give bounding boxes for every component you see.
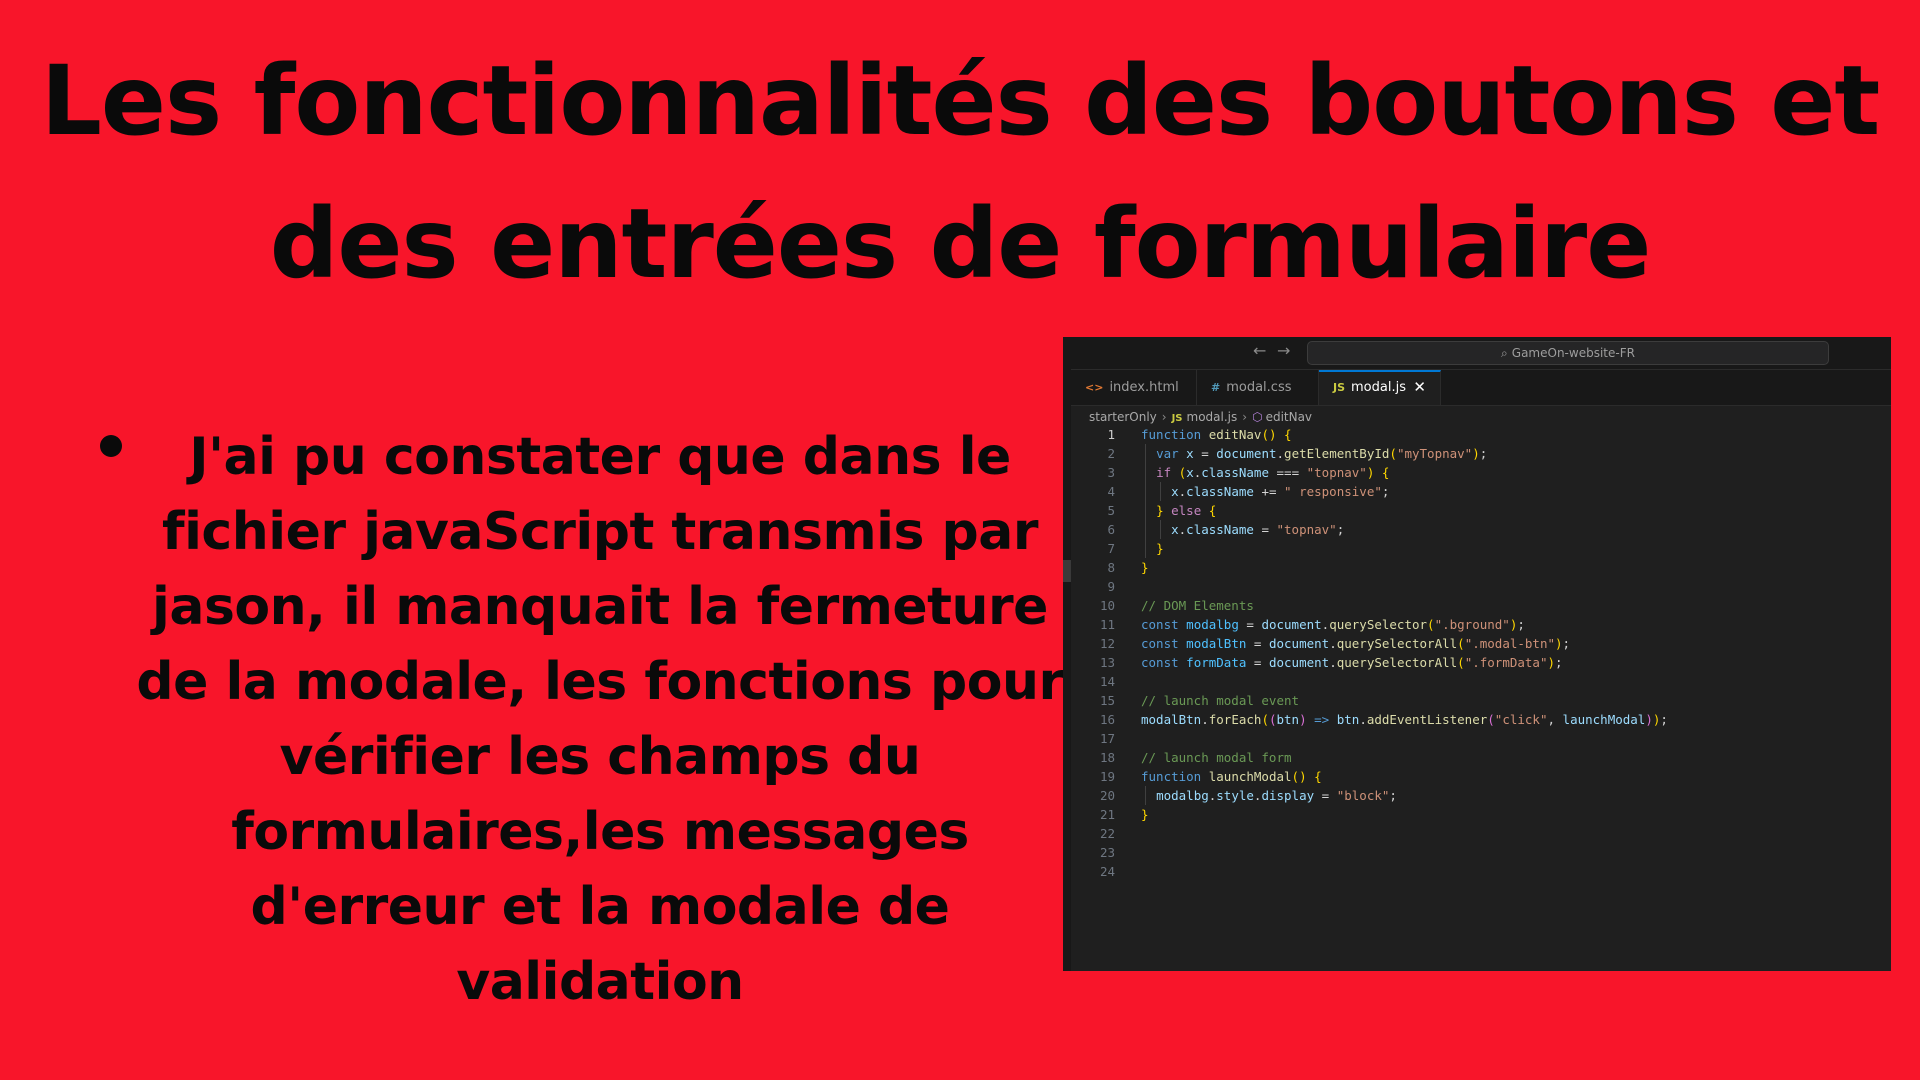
slide-title-line-2: des entrées de formulaire: [269, 188, 1652, 300]
bullet-text: J'ai pu constater que dans le fichier ja…: [136, 427, 1064, 1012]
close-icon[interactable]: ✕: [1413, 372, 1426, 403]
line-content: // launch modal event: [1141, 693, 1300, 708]
code-line[interactable]: 14: [1063, 672, 1891, 691]
slide-title: Les fonctionnalités des boutons et des e…: [0, 30, 1920, 316]
line-content: var x = document.getElementById("myTopna…: [1156, 446, 1488, 461]
line-content: modalbg.style.display = "block";: [1156, 788, 1397, 803]
code-line[interactable]: 8}: [1063, 558, 1891, 577]
line-number: 9: [1107, 579, 1115, 594]
line-number: 15: [1099, 693, 1115, 708]
line-number: 24: [1099, 864, 1115, 879]
line-number: 1: [1107, 427, 1115, 442]
css-file-icon: #: [1211, 381, 1221, 394]
code-area[interactable]: 1 function editNav() { 2 var x = document.…: [1063, 425, 1891, 881]
tab-label: modal.css: [1226, 380, 1292, 395]
bullet-dot-icon: [100, 435, 122, 457]
code-line[interactable]: 21}: [1063, 805, 1891, 824]
line-number: 6: [1107, 522, 1115, 537]
code-line[interactable]: 15 // launch modal event: [1063, 691, 1891, 710]
line-number: 16: [1099, 712, 1115, 727]
arrow-left-icon[interactable]: ←: [1253, 341, 1266, 360]
line-number: 22: [1099, 826, 1115, 841]
line-content: }: [1141, 560, 1149, 575]
line-content: modalBtn.forEach((btn) => btn.addEventLi…: [1141, 712, 1668, 727]
arrow-right-icon[interactable]: →: [1277, 341, 1290, 360]
code-line[interactable]: 1 function editNav() {: [1063, 425, 1891, 444]
slide-title-line-1: Les fonctionnalités des boutons et: [40, 45, 1881, 157]
line-content: x.className += " responsive";: [1171, 484, 1390, 499]
breadcrumb-file[interactable]: modal.js: [1187, 410, 1238, 424]
line-number: 3: [1107, 465, 1115, 480]
code-line[interactable]: 22: [1063, 824, 1891, 843]
line-number: 18: [1099, 750, 1115, 765]
code-line[interactable]: 12 const modalBtn = document.querySelecto…: [1063, 634, 1891, 653]
line-number: 12: [1099, 636, 1115, 651]
line-number: 8: [1107, 560, 1115, 575]
html-file-icon: <>: [1085, 381, 1104, 394]
line-content: const formData = document.querySelectorA…: [1141, 655, 1563, 670]
line-content: const modalbg = document.querySelector("…: [1141, 617, 1525, 632]
code-line[interactable]: 7 }: [1063, 539, 1891, 558]
line-content: function launchModal() {: [1141, 769, 1322, 784]
line-content: } else {: [1156, 503, 1217, 518]
code-line[interactable]: 16 modalBtn.forEach((btn) => btn.addEvent…: [1063, 710, 1891, 729]
line-number: 4: [1107, 484, 1115, 499]
line-number: 20: [1099, 788, 1115, 803]
tab-modal-js[interactable]: JS modal.js ✕: [1319, 370, 1441, 405]
code-line[interactable]: 20 modalbg.style.display = "block";: [1063, 786, 1891, 805]
tab-modal-css[interactable]: # modal.css: [1197, 370, 1319, 405]
search-text: GameOn-website-FR: [1511, 346, 1635, 360]
breadcrumb: starterOnly › JS modal.js › ⬡ editNav: [1089, 407, 1312, 427]
line-number: 7: [1107, 541, 1115, 556]
tab-label: index.html: [1109, 380, 1179, 395]
line-number: 2: [1107, 446, 1115, 461]
code-line[interactable]: 9: [1063, 577, 1891, 596]
code-line[interactable]: 3 if (x.className === "topnav") {: [1063, 463, 1891, 482]
code-line[interactable]: 18 // launch modal form: [1063, 748, 1891, 767]
line-content: const modalBtn = document.querySelectorA…: [1141, 636, 1571, 651]
code-line[interactable]: 4 x.className += " responsive";: [1063, 482, 1891, 501]
line-content: if (x.className === "topnav") {: [1156, 465, 1390, 480]
code-line[interactable]: 5 } else {: [1063, 501, 1891, 520]
js-file-icon: JS: [1171, 413, 1183, 424]
function-symbol-icon: ⬡: [1252, 410, 1263, 424]
search-icon: ⌕: [1501, 346, 1508, 360]
line-number: 19: [1099, 769, 1115, 784]
editor-title-bar: ← → ⌕ GameOn-website-FR: [1063, 337, 1891, 370]
command-center-search[interactable]: ⌕ GameOn-website-FR: [1307, 341, 1829, 365]
tab-label: modal.js: [1351, 380, 1406, 395]
breadcrumb-symbol[interactable]: editNav: [1266, 410, 1312, 424]
line-number: 23: [1099, 845, 1115, 860]
line-content: // DOM Elements: [1141, 598, 1254, 613]
breadcrumb-folder[interactable]: starterOnly: [1089, 410, 1157, 424]
line-content: function editNav() {: [1141, 427, 1292, 442]
code-line[interactable]: 17: [1063, 729, 1891, 748]
code-line[interactable]: 19 function launchModal() {: [1063, 767, 1891, 786]
line-number: 14: [1099, 674, 1115, 689]
chevron-right-icon: ›: [1242, 410, 1248, 424]
line-number: 5: [1107, 503, 1115, 518]
chevron-right-icon: ›: [1161, 410, 1167, 424]
line-number: 10: [1099, 598, 1115, 613]
code-line[interactable]: 13 const formData = document.querySelecto…: [1063, 653, 1891, 672]
code-line[interactable]: 24: [1063, 862, 1891, 881]
line-content: // launch modal form: [1141, 750, 1292, 765]
bullet-list: J'ai pu constater que dans le fichier ja…: [80, 410, 1090, 1020]
editor-tabs: <> index.html # modal.css JS modal.js ✕: [1063, 370, 1891, 406]
code-editor-screenshot: ← → ⌕ GameOn-website-FR <> index.html # mod…: [1063, 337, 1891, 971]
code-line[interactable]: 23: [1063, 843, 1891, 862]
js-file-icon: JS: [1333, 381, 1346, 394]
line-content: }: [1141, 807, 1149, 822]
line-content: }: [1156, 541, 1164, 556]
line-content: x.className = "topnav";: [1171, 522, 1345, 537]
code-line[interactable]: 11 const modalbg = document.querySelector…: [1063, 615, 1891, 634]
code-line[interactable]: 10 // DOM Elements: [1063, 596, 1891, 615]
line-number: 13: [1099, 655, 1115, 670]
code-line[interactable]: 6 x.className = "topnav";: [1063, 520, 1891, 539]
code-line[interactable]: 2 var x = document.getElementById("myTop…: [1063, 444, 1891, 463]
line-number: 11: [1099, 617, 1115, 632]
tab-index-html[interactable]: <> index.html: [1071, 370, 1197, 405]
line-number: 17: [1099, 731, 1115, 746]
line-number: 21: [1099, 807, 1115, 822]
